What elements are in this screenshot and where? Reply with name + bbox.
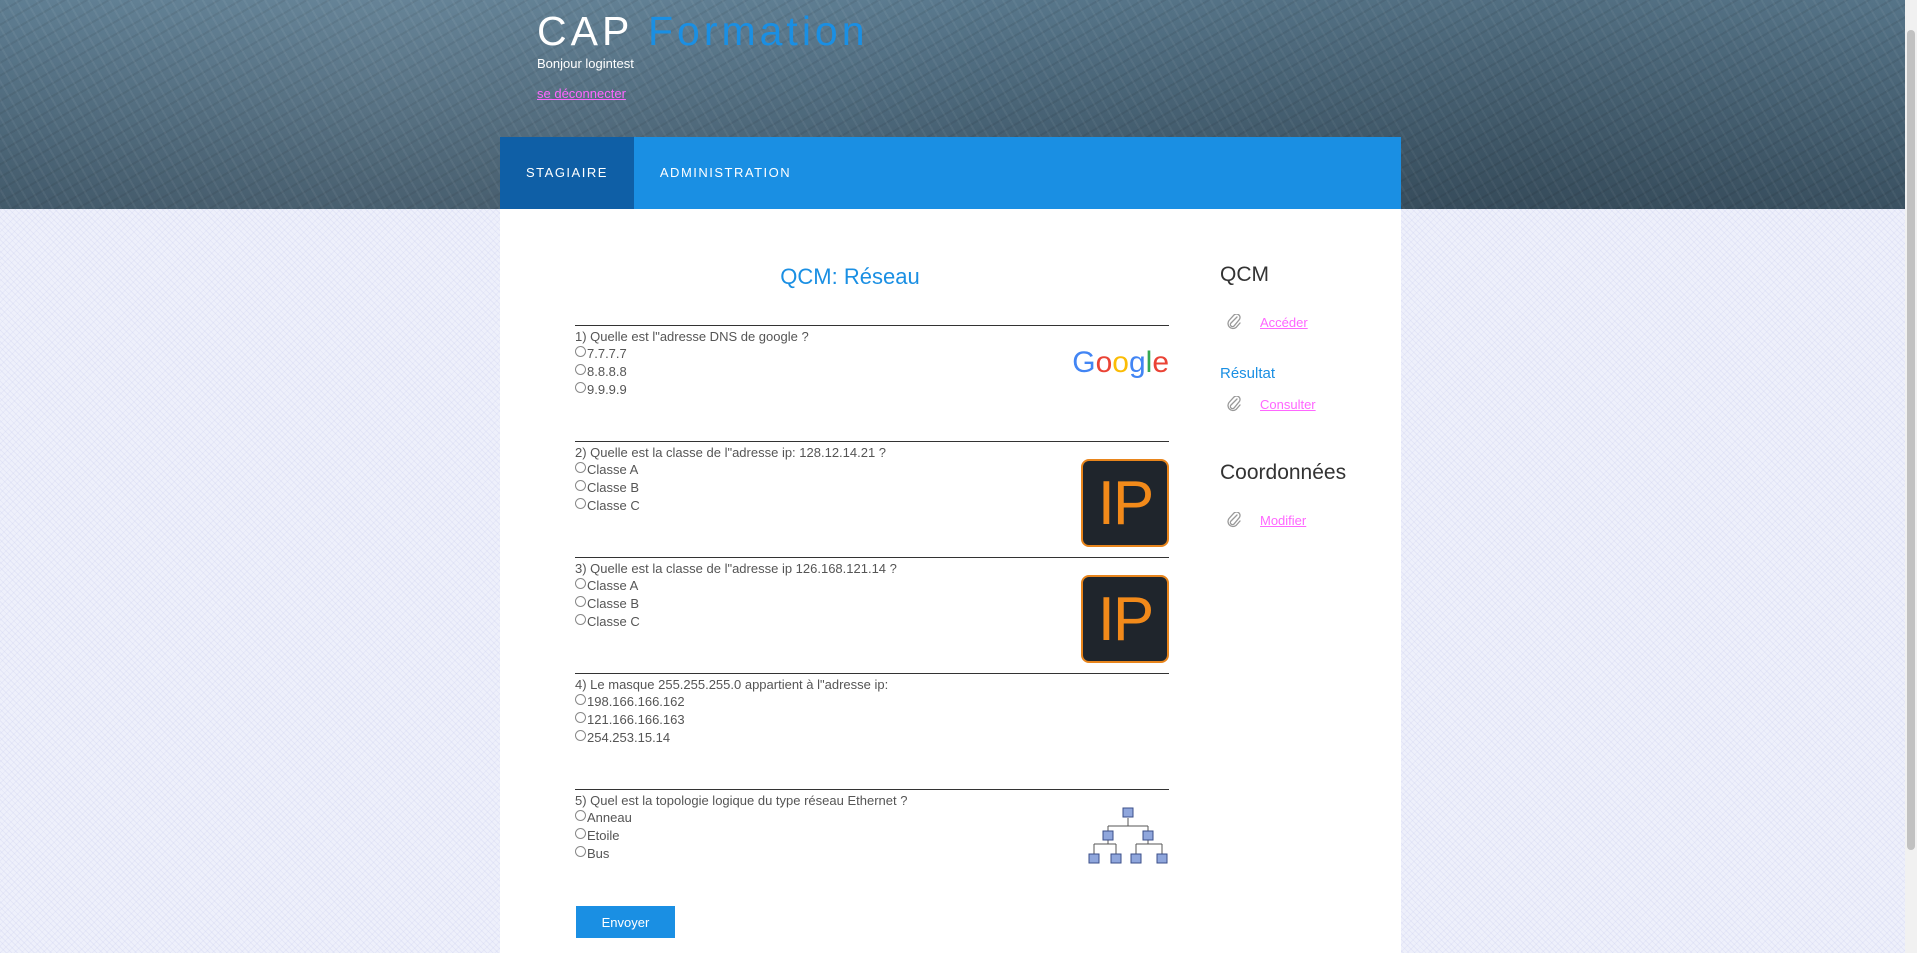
question-5: 5) Quel est la topologie logique du type… bbox=[575, 789, 1169, 864]
option-label: Classe A bbox=[587, 578, 639, 593]
option-row: Classe C bbox=[575, 497, 1169, 515]
option-row: Classe A bbox=[575, 461, 1169, 479]
option-label: Bus bbox=[587, 846, 610, 861]
option-radio[interactable] bbox=[575, 729, 586, 741]
page-title: QCM: Réseau bbox=[780, 264, 920, 289]
option-radio[interactable] bbox=[575, 711, 586, 723]
nav-item-stagiaire[interactable]: STAGIAIRE bbox=[500, 137, 634, 209]
ip-icon: IP bbox=[1081, 575, 1169, 663]
option-radio[interactable] bbox=[575, 577, 586, 589]
edit-coords-link[interactable]: Modifier bbox=[1260, 513, 1306, 528]
main-content: QCM: Réseau 1) Quelle est l"adresse DNS … bbox=[500, 209, 1401, 953]
option-row: Classe B bbox=[575, 479, 1169, 497]
option-radio[interactable] bbox=[575, 461, 586, 473]
option-radio[interactable] bbox=[575, 693, 586, 705]
option-label: Classe B bbox=[587, 596, 640, 611]
question-1: 1) Quelle est l"adresse DNS de google ? … bbox=[575, 325, 1169, 399]
option-label: Classe C bbox=[587, 614, 640, 629]
option-radio[interactable] bbox=[575, 497, 586, 509]
option-label: Classe C bbox=[587, 498, 640, 513]
network-tree-icon bbox=[1088, 807, 1168, 864]
site-header: CAP Formation Bonjour logintest se décon… bbox=[0, 0, 1905, 209]
option-label: Etoile bbox=[587, 828, 620, 843]
option-label: 254.253.15.14 bbox=[587, 730, 671, 745]
nav-item-administration[interactable]: ADMINISTRATION bbox=[634, 137, 817, 209]
ip-icon: IP bbox=[1081, 459, 1169, 547]
option-row: Classe B bbox=[575, 595, 1169, 613]
main-nav: STAGIAIRE ADMINISTRATION bbox=[500, 137, 1401, 209]
option-label: 8.8.8.8 bbox=[587, 364, 627, 379]
google-logo-icon: Google bbox=[1072, 346, 1169, 380]
option-radio[interactable] bbox=[575, 845, 586, 857]
option-radio[interactable] bbox=[575, 595, 586, 607]
sidebar-coords-heading: Coordonnées bbox=[1220, 461, 1347, 484]
question-3: 3) Quelle est la classe de l"adresse ip … bbox=[575, 557, 1169, 663]
question-4: 4) Le masque 255.255.255.0 appartient à … bbox=[575, 673, 1169, 747]
scrollbar-thumb[interactable] bbox=[1907, 30, 1915, 850]
question-2: 2) Quelle est la classe de l"adresse ip:… bbox=[575, 441, 1169, 547]
sidebar-coords-row: Modifier bbox=[1226, 512, 1306, 528]
sidebar-qcm-row: Accéder bbox=[1226, 314, 1308, 330]
submit-button[interactable]: Envoyer bbox=[576, 906, 675, 938]
option-radio[interactable] bbox=[575, 479, 586, 491]
paperclip-icon bbox=[1227, 512, 1241, 528]
option-radio[interactable] bbox=[575, 827, 586, 839]
option-label: 9.9.9.9 bbox=[587, 382, 627, 397]
option-label: Anneau bbox=[587, 810, 632, 825]
option-radio[interactable] bbox=[575, 363, 586, 375]
paperclip-icon bbox=[1227, 314, 1241, 330]
option-row: Classe A bbox=[575, 577, 1169, 595]
option-radio[interactable] bbox=[575, 345, 586, 357]
sidebar-result-heading: Résultat bbox=[1220, 365, 1276, 382]
logout-link[interactable]: se déconnecter bbox=[537, 86, 626, 101]
question-text: 4) Le masque 255.255.255.0 appartient à … bbox=[575, 677, 889, 692]
question-text: 1) Quelle est l"adresse DNS de google ? bbox=[575, 329, 809, 344]
option-label: Classe B bbox=[587, 480, 640, 495]
site-title-accent: Formation bbox=[647, 8, 869, 54]
google-logo-letter: o bbox=[1112, 346, 1129, 379]
google-logo-letter: e bbox=[1152, 346, 1169, 379]
option-radio[interactable] bbox=[575, 613, 586, 625]
ip-icon-glyph: IP bbox=[1097, 584, 1155, 654]
access-qcm-link[interactable]: Accéder bbox=[1260, 315, 1308, 330]
ip-icon-glyph: IP bbox=[1097, 468, 1155, 538]
option-label: 198.166.166.162 bbox=[587, 694, 685, 709]
google-logo-letter: g bbox=[1128, 346, 1146, 379]
sidebar-result-row: Consulter bbox=[1226, 396, 1316, 412]
option-row: Etoile bbox=[575, 827, 1169, 845]
question-text: 3) Quelle est la classe de l"adresse ip … bbox=[575, 561, 897, 576]
question-text: 5) Quel est la topologie logique du type… bbox=[575, 793, 908, 808]
google-logo-letter: o bbox=[1095, 346, 1113, 379]
site-title: CAP Formation bbox=[537, 8, 869, 55]
paperclip-icon bbox=[1227, 396, 1241, 412]
view-result-link[interactable]: Consulter bbox=[1260, 397, 1316, 412]
google-logo-letter: G bbox=[1072, 346, 1096, 379]
question-text: 2) Quelle est la classe de l"adresse ip:… bbox=[575, 445, 887, 460]
sidebar-qcm-heading: QCM bbox=[1220, 263, 1269, 286]
option-row: Classe C bbox=[575, 613, 1169, 631]
option-row: Anneau bbox=[575, 809, 1169, 827]
scrollbar[interactable] bbox=[1905, 0, 1917, 953]
option-radio[interactable] bbox=[575, 809, 586, 821]
option-radio[interactable] bbox=[575, 381, 586, 393]
greeting-text: Bonjour logintest bbox=[537, 56, 634, 71]
option-row: 254.253.15.14 bbox=[575, 729, 1169, 747]
site-title-main: CAP bbox=[537, 8, 633, 54]
option-label: 7.7.7.7 bbox=[587, 346, 627, 361]
option-row: 9.9.9.9 bbox=[575, 381, 1169, 399]
option-label: 121.166.166.163 bbox=[587, 712, 685, 727]
option-row: 121.166.166.163 bbox=[575, 711, 1169, 729]
option-row: Bus bbox=[575, 845, 1169, 863]
option-row: 198.166.166.162 bbox=[575, 693, 1169, 711]
option-label: Classe A bbox=[587, 462, 639, 477]
